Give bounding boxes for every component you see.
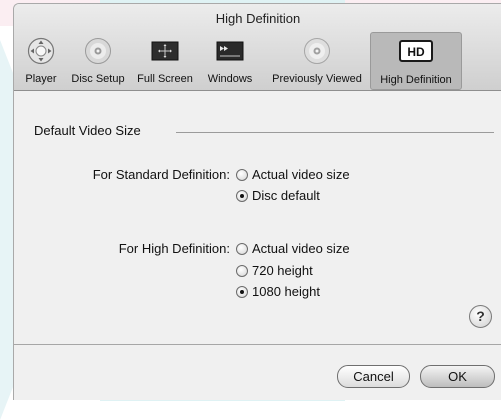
toolbar-item-windows[interactable]: Windows bbox=[201, 32, 259, 88]
radio-label: Actual video size bbox=[252, 241, 350, 256]
preferences-window: High Definition Player Disc Setup Full S… bbox=[13, 3, 501, 400]
toolbar-item-high-definition[interactable]: HD High Definition bbox=[370, 32, 462, 90]
toolbar-label-disc-setup: Disc Setup bbox=[71, 73, 125, 85]
cancel-button[interactable]: Cancel bbox=[337, 365, 410, 388]
toolbar-item-disc-setup[interactable]: Disc Setup bbox=[67, 32, 129, 88]
radio-off-icon bbox=[236, 242, 248, 255]
radio-off-icon bbox=[236, 264, 248, 277]
radio-off-icon bbox=[236, 168, 248, 181]
footer-separator bbox=[14, 344, 501, 345]
disc-icon bbox=[304, 38, 330, 64]
hd-icon: HD bbox=[399, 40, 433, 62]
windows-icon bbox=[216, 41, 244, 61]
toolbar-item-player[interactable]: Player bbox=[17, 32, 65, 88]
radio-on-icon bbox=[236, 285, 248, 298]
toolbar: High Definition Player Disc Setup Full S… bbox=[14, 4, 501, 91]
ok-button[interactable]: OK bbox=[420, 365, 495, 388]
toolbar-label-windows: Windows bbox=[207, 73, 253, 85]
group-divider bbox=[176, 132, 494, 133]
standard-disc-default-radio[interactable]: Disc default bbox=[236, 188, 320, 203]
group-title: Default Video Size bbox=[34, 123, 141, 138]
high-actual-size-radio[interactable]: Actual video size bbox=[236, 241, 350, 256]
window-title: High Definition bbox=[215, 11, 301, 26]
radio-label: 720 height bbox=[252, 263, 313, 278]
toolbar-item-previously-viewed[interactable]: Previously Viewed bbox=[264, 32, 370, 88]
hd-icon-text: HD bbox=[407, 45, 425, 59]
high-definition-label: For High Definition: bbox=[118, 241, 230, 256]
standard-definition-label: For Standard Definition: bbox=[92, 167, 230, 182]
toolbar-label-high-definition: High Definition bbox=[380, 74, 452, 86]
toolbar-label-previously-viewed: Previously Viewed bbox=[272, 73, 362, 85]
radio-label: 1080 height bbox=[252, 284, 320, 299]
player-icon bbox=[27, 37, 55, 65]
high-720-height-radio[interactable]: 720 height bbox=[236, 263, 313, 278]
toolbar-label-full-screen: Full Screen bbox=[137, 73, 193, 85]
radio-label: Actual video size bbox=[252, 167, 350, 182]
preferences-content: Default Video Size For Standard Definiti… bbox=[14, 91, 501, 400]
toolbar-item-full-screen[interactable]: Full Screen bbox=[131, 32, 199, 88]
disc-icon bbox=[85, 38, 111, 64]
standard-actual-size-radio[interactable]: Actual video size bbox=[236, 167, 350, 182]
radio-label: Disc default bbox=[252, 188, 320, 203]
help-button[interactable]: ? bbox=[469, 305, 492, 328]
toolbar-label-player: Player bbox=[25, 73, 57, 85]
full-screen-icon bbox=[151, 41, 179, 61]
radio-on-icon bbox=[236, 189, 248, 202]
high-1080-height-radio[interactable]: 1080 height bbox=[236, 284, 320, 299]
